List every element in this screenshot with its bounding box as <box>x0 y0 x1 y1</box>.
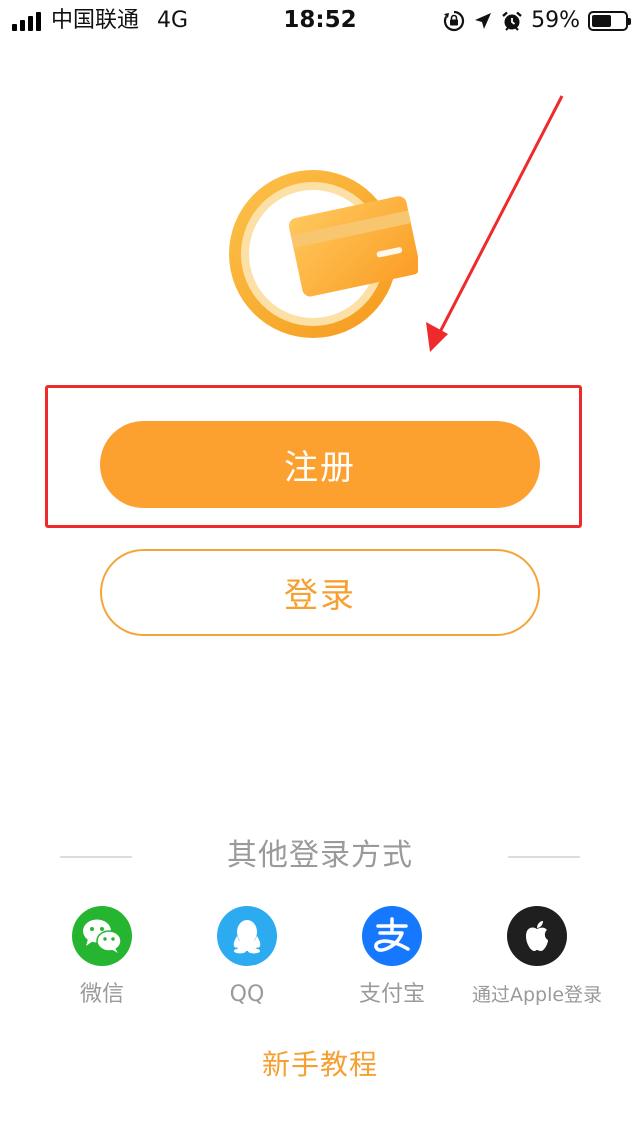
wechat-login[interactable]: 微信 <box>22 906 182 1008</box>
beginner-tutorial-link[interactable]: 新手教程 <box>0 1047 640 1083</box>
orientation-lock-icon <box>443 10 465 32</box>
alipay-label: 支付宝 <box>358 982 425 1007</box>
status-right: 59% <box>443 8 631 34</box>
alipay-icon[interactable] <box>362 906 422 966</box>
alarm-icon <box>502 11 522 31</box>
battery-percent: 59% <box>531 8 580 33</box>
login-button[interactable]: 登录 <box>100 549 540 636</box>
divider-right <box>508 856 580 858</box>
location-icon <box>475 13 492 29</box>
card-coin-logo-icon <box>229 170 418 338</box>
apple-icon[interactable] <box>507 906 567 966</box>
battery-icon <box>588 11 631 31</box>
qq-login[interactable]: QQ <box>167 906 327 1008</box>
register-button[interactable]: 注册 <box>100 421 540 508</box>
app-screen: 中国联通 4G 18:52 59% 注册 登录 其他登录方式 微信 QQ 支付宝… <box>0 0 640 1136</box>
status-bar: 中国联通 4G 18:52 59% <box>0 0 640 40</box>
battery-fill <box>592 15 611 27</box>
wechat-label: 微信 <box>79 982 124 1007</box>
qq-icon[interactable] <box>217 906 277 966</box>
qq-label: QQ <box>229 982 265 1007</box>
apple-login[interactable]: 通过Apple登录 <box>457 906 617 1008</box>
apple-label: 通过Apple登录 <box>471 984 603 1006</box>
alipay-login[interactable]: 支付宝 <box>312 906 472 1008</box>
wechat-icon[interactable] <box>72 906 132 966</box>
